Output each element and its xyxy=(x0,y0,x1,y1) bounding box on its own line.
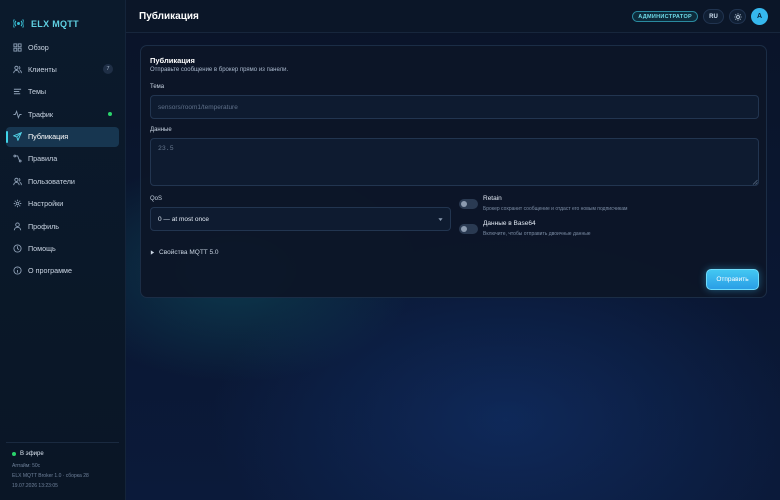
grid-icon xyxy=(13,42,22,52)
version: ELX MQTT Broker 1.0 · сборка 28 xyxy=(12,473,89,479)
clients-count-badge: 7 xyxy=(103,64,113,75)
language-button[interactable]: RU xyxy=(703,9,724,24)
base64-description: Включите, чтобы отправить двоичные данны… xyxy=(483,231,591,237)
activity-icon xyxy=(13,109,22,119)
page-title: Публикация xyxy=(139,10,199,22)
retain-description: Брокер сохранит сообщение и отдаст его н… xyxy=(483,206,628,212)
traffic-live-indicator xyxy=(108,112,112,117)
sidebar-item-label: Обзор xyxy=(28,42,49,52)
sidebar-item-label: Трафик xyxy=(28,109,54,119)
sidebar-item-overview[interactable]: Обзор xyxy=(6,37,119,57)
sun-icon xyxy=(733,12,742,21)
topic-label: Тема xyxy=(150,84,165,90)
sidebar-item-about[interactable]: О программе xyxy=(6,261,119,281)
top-bar: Публикация АДМИНИСТРАТОР RU A xyxy=(126,0,780,33)
mqtt5-properties-toggle[interactable]: Свойства MQTT 5.0 xyxy=(150,249,218,256)
sidebar-item-rules[interactable]: Правила xyxy=(6,149,119,169)
send-button[interactable]: Отправить xyxy=(706,269,759,290)
user-icon xyxy=(13,222,22,230)
broker-status-text: В эфире xyxy=(20,451,44,457)
publish-card: Публикация Отправьте сообщение в брокер … xyxy=(140,45,767,298)
qos-label: QoS xyxy=(150,196,163,202)
timestamp: 19.07.2026 13:23:05 xyxy=(12,483,58,489)
topic-input[interactable] xyxy=(150,95,759,119)
sidebar-item-settings[interactable]: Настройки xyxy=(6,194,119,214)
qos-select[interactable]: 0 — at most once xyxy=(150,207,451,231)
user-group-icon xyxy=(13,177,22,185)
list-icon xyxy=(13,89,22,95)
app-name: ELX MQTT xyxy=(31,18,79,29)
sidebar-item-clients[interactable]: Клиенты 7 xyxy=(6,59,119,79)
sidebar-nav: Обзор Клиенты 7 Темы Трафик Публикация П… xyxy=(6,37,119,283)
mqtt5-properties-label: Свойства MQTT 5.0 xyxy=(159,249,219,256)
sidebar-item-label: Правила xyxy=(28,154,58,164)
brand[interactable]: ELX MQTT xyxy=(0,0,125,34)
uptime: Аптайм: 50с xyxy=(12,463,41,469)
sidebar-item-label: Настройки xyxy=(28,199,64,209)
status-dot-icon xyxy=(12,452,16,456)
sidebar-item-traffic[interactable]: Трафик xyxy=(6,104,119,124)
retain-title: Retain xyxy=(483,195,502,202)
broker-logo-icon xyxy=(13,19,24,28)
sidebar-item-help[interactable]: Помощь xyxy=(6,239,119,259)
sidebar: ELX MQTT Обзор Клиенты 7 Темы Трафик Пуб… xyxy=(0,0,126,500)
card-subtitle: Отправьте сообщение в брокер прямо из па… xyxy=(150,67,289,73)
retain-toggle[interactable] xyxy=(459,199,478,209)
sidebar-item-label: Профиль xyxy=(28,221,60,231)
sidebar-item-topics[interactable]: Темы xyxy=(6,82,119,102)
sidebar-item-users[interactable]: Пользователи xyxy=(6,171,119,191)
info-icon xyxy=(13,266,22,275)
sidebar-item-label: Публикация xyxy=(28,132,69,142)
users-icon xyxy=(13,65,22,74)
header-actions: АДМИНИСТРАТОР RU A xyxy=(632,8,768,25)
sidebar-item-label: Клиенты xyxy=(28,64,57,74)
gear-icon xyxy=(13,199,22,208)
payload-textarea[interactable] xyxy=(150,138,759,186)
theme-toggle-button[interactable] xyxy=(729,9,746,24)
sidebar-item-label: Пользователи xyxy=(28,176,75,186)
chevron-right-icon xyxy=(150,250,155,255)
help-icon xyxy=(13,244,22,253)
sidebar-item-label: О программе xyxy=(28,266,72,276)
sidebar-item-label: Темы xyxy=(28,87,47,97)
base64-toggle[interactable] xyxy=(459,224,478,234)
sidebar-item-publish[interactable]: Публикация xyxy=(6,126,119,147)
qos-selected-value: 0 — at most once xyxy=(158,215,209,223)
avatar[interactable]: A xyxy=(751,8,768,25)
sidebar-item-profile[interactable]: Профиль xyxy=(6,216,119,236)
card-title: Публикация xyxy=(150,56,195,65)
base64-title: Данные в Base64 xyxy=(483,220,536,227)
sidebar-item-label: Помощь xyxy=(28,244,56,254)
sidebar-footer: В эфире Аптайм: 50с ELX MQTT Broker 1.0 … xyxy=(6,442,119,491)
caret-down-icon xyxy=(438,218,443,221)
rules-icon xyxy=(13,155,22,163)
role-badge: АДМИНИСТРАТОР xyxy=(632,11,698,22)
payload-label: Данные xyxy=(150,127,172,133)
broker-status: В эфире xyxy=(12,451,113,457)
send-icon xyxy=(13,132,22,142)
resize-handle-icon[interactable] xyxy=(752,179,758,185)
